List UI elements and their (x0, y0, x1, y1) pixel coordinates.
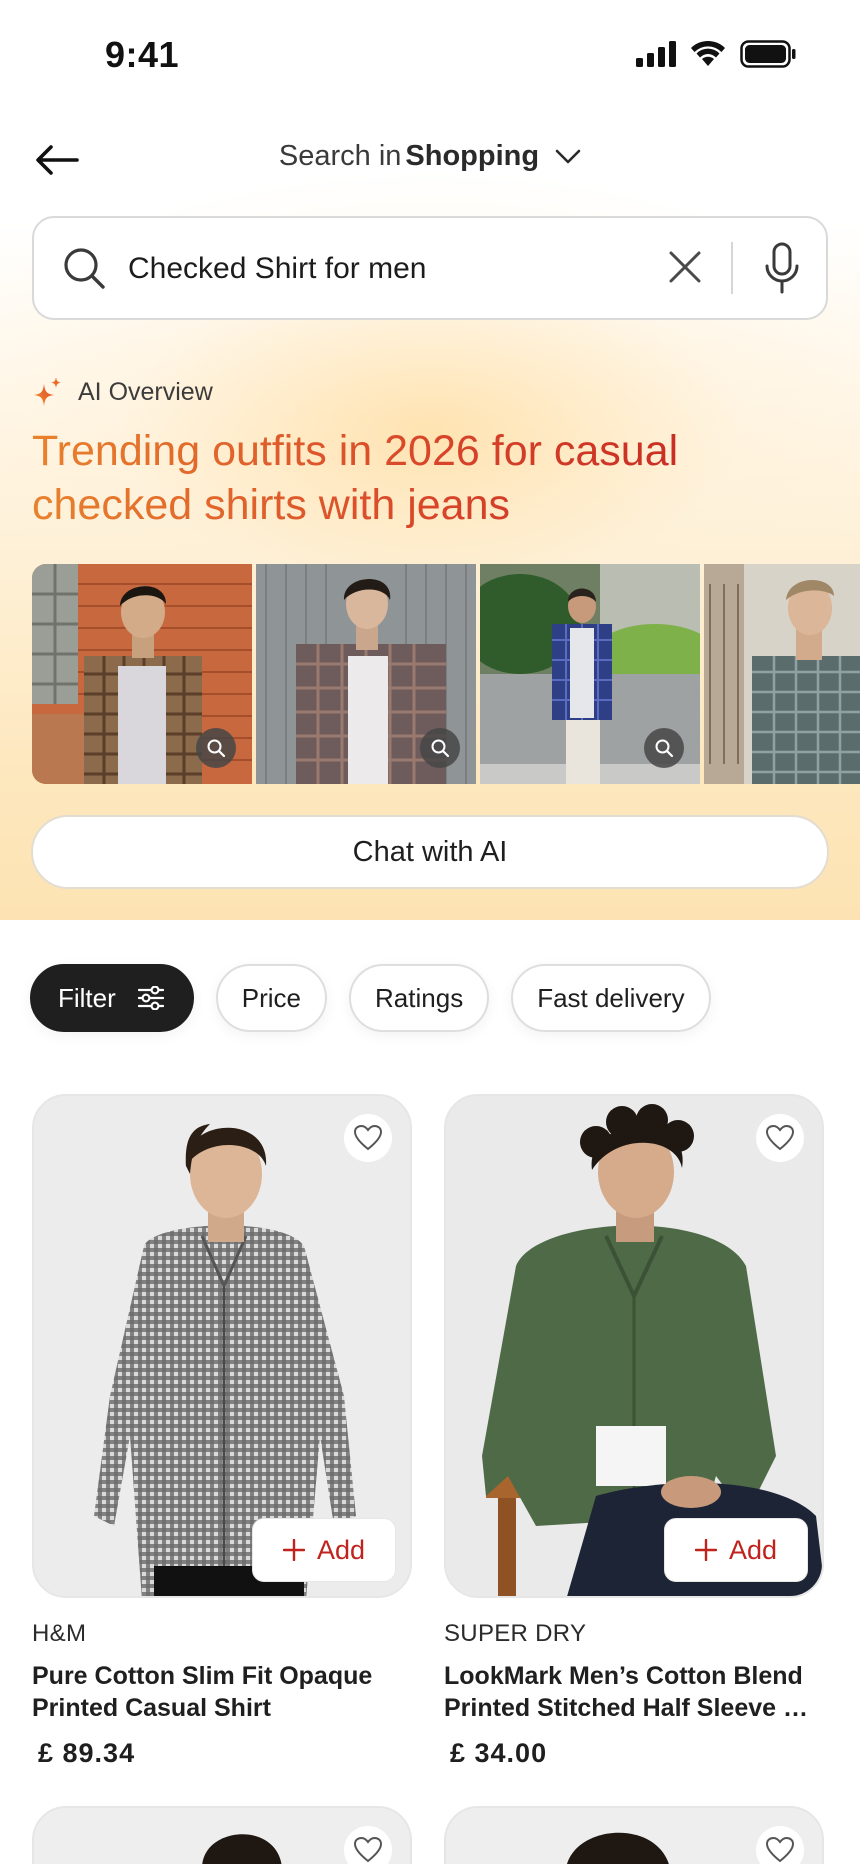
add-label: Add (728, 1534, 778, 1565)
add-to-cart-button[interactable]: Add (664, 1518, 808, 1582)
outfit-image[interactable] (480, 564, 700, 784)
chip-fast-delivery[interactable]: Fast delivery (511, 964, 711, 1032)
ai-overview-label-row: AI Overview (32, 376, 213, 408)
product-image[interactable]: Add (444, 1094, 824, 1598)
chevron-down-icon[interactable] (555, 149, 581, 165)
product-image[interactable]: Add (32, 1094, 412, 1598)
product-card-partial[interactable] (444, 1806, 824, 1864)
search-scope-prefix: Search in (278, 140, 402, 172)
product-name[interactable]: Pure Cotton Slim Fit Opaque Printed Casu… (32, 1660, 412, 1724)
add-label: Add (316, 1534, 366, 1565)
search-scope-selector[interactable]: Search in Shopping (0, 140, 860, 173)
microphone-icon[interactable] (764, 242, 800, 296)
search-icon (64, 248, 105, 289)
search-scope-name: Shopping (405, 140, 540, 172)
lens-icon[interactable] (644, 728, 684, 768)
filter-button[interactable]: Filter (30, 964, 194, 1032)
lens-icon[interactable] (420, 728, 460, 768)
ai-overview-label: AI Overview (78, 377, 213, 406)
lens-icon[interactable] (196, 728, 236, 768)
product-name[interactable]: LookMark Men’s Cotton Blend Printed Stit… (444, 1660, 824, 1724)
heart-icon[interactable] (344, 1114, 392, 1162)
outfit-image[interactable] (704, 564, 860, 784)
cellular-signal-icon (636, 41, 676, 67)
outfit-image[interactable] (32, 564, 252, 784)
filter-label: Filter (58, 982, 116, 1013)
status-time: 9:41 (105, 34, 180, 75)
chip-ratings[interactable]: Ratings (349, 964, 490, 1032)
product-brand: SUPER DRY (444, 1620, 587, 1647)
filter-chips: Filter Price Ratings Fast delivery (30, 964, 711, 1032)
product-card[interactable]: Add SUPER DRY LookMark Men’s Cotton Blen… (444, 1094, 824, 1769)
outfit-photo-street (704, 564, 860, 784)
product-card[interactable]: Add H&M Pure Cotton Slim Fit Opaque Prin… (32, 1094, 412, 1769)
search-divider (731, 242, 733, 294)
sliders-icon (137, 986, 164, 1010)
plus-icon (694, 1539, 717, 1561)
wifi-icon (691, 40, 725, 66)
sparkle-icon (34, 377, 61, 406)
product-name-line: Pure Cotton Slim Fit Opaque (32, 1662, 373, 1690)
search-bar (32, 216, 828, 320)
chip-price[interactable]: Price (215, 964, 328, 1032)
battery-icon (740, 40, 796, 68)
product-price: £ 89.34 (38, 1738, 136, 1768)
product-name-line: LookMark Men’s Cotton Blend (444, 1662, 803, 1690)
close-icon[interactable] (666, 248, 704, 286)
heart-icon[interactable] (756, 1114, 804, 1162)
shopping-search-screen: 9:41 Search in Shopping Checked Shirt fo… (0, 0, 860, 1864)
chat-with-ai-button[interactable]: Chat with AI (31, 815, 829, 889)
outfit-image-carousel[interactable] (32, 564, 860, 784)
product-card-partial[interactable] (32, 1806, 412, 1864)
ai-overview-headline: Trending outfits in 2026 for casual chec… (32, 424, 832, 532)
plus-icon (282, 1539, 305, 1561)
status-icons (636, 40, 796, 68)
product-name-line: Printed Stitched Half Sleeve Re… (444, 1694, 824, 1722)
outfit-image[interactable] (256, 564, 476, 784)
status-bar: 9:41 (0, 0, 860, 110)
product-name-line: Printed Casual Shirt (32, 1694, 271, 1722)
product-price: £ 34.00 (450, 1738, 548, 1768)
add-to-cart-button[interactable]: Add (252, 1518, 396, 1582)
product-brand: H&M (32, 1620, 87, 1647)
search-input[interactable] (128, 242, 648, 296)
